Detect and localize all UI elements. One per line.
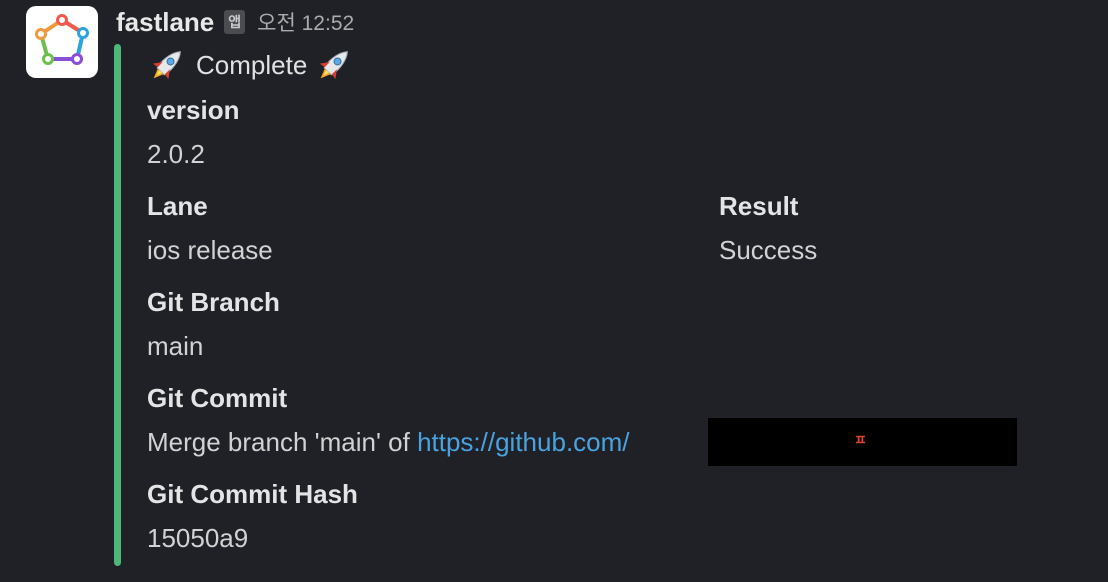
attachment-title-text: Complete — [196, 49, 308, 80]
rocket-icon — [144, 42, 190, 88]
field-value-lane: ios release — [147, 235, 273, 265]
field-name-git-commit: Git Commit — [147, 383, 288, 413]
attachment-title: Complete — [144, 42, 357, 88]
field-value-version: 2.0.2 — [147, 139, 205, 169]
avatar[interactable] — [26, 6, 98, 78]
app-badge: 앱 — [224, 10, 246, 34]
git-commit-link[interactable]: https://github.com/ — [417, 427, 629, 457]
redaction-mark: ㅍ — [854, 432, 867, 448]
message-header: fastlane 앱 오전 12:52 — [116, 4, 354, 40]
rocket-icon — [311, 42, 357, 88]
field-value-result: Success — [719, 235, 818, 265]
field-name-lane: Lane — [147, 191, 208, 221]
fastlane-logo-icon — [35, 14, 89, 65]
field-name-version: version — [147, 95, 240, 125]
slack-message: fastlane 앱 오전 12:52 Complete version 2.0… — [0, 0, 1108, 582]
field-name-result: Result — [719, 191, 799, 221]
field-name-git-commit-hash: Git Commit Hash — [147, 479, 358, 509]
field-value-git-commit: Merge branch 'main' of https://github.co… — [147, 426, 630, 458]
git-commit-message: Merge branch 'main' of — [147, 427, 418, 457]
field-value-git-branch: main — [147, 331, 204, 361]
attachment-accent-bar — [114, 44, 121, 566]
timestamp[interactable]: 오전 12:52 — [257, 7, 354, 37]
sender-name[interactable]: fastlane — [116, 7, 214, 38]
field-value-git-commit-hash: 15050a9 — [147, 523, 249, 553]
field-name-git-branch: Git Branch — [147, 287, 280, 317]
